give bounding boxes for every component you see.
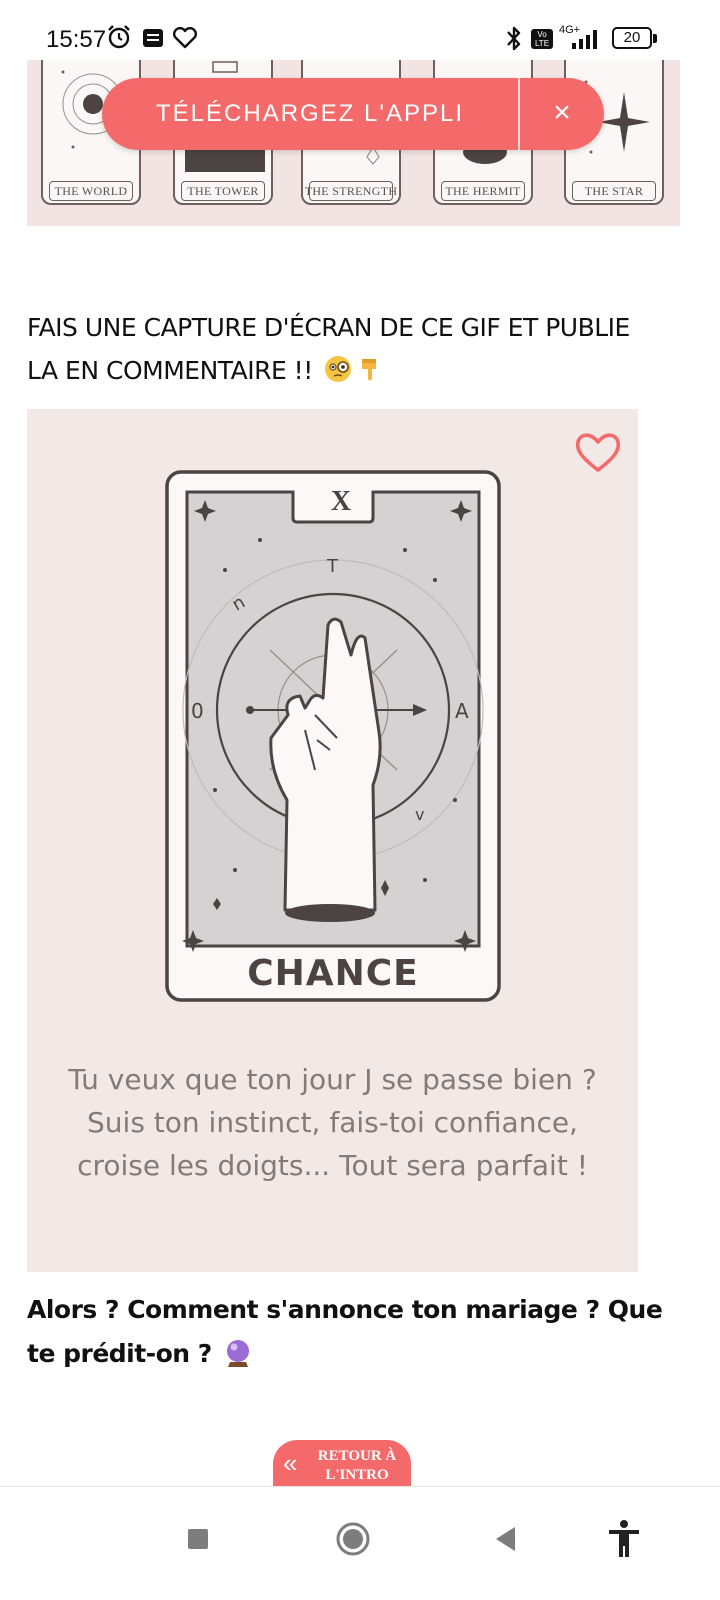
back-triangle-icon xyxy=(496,1527,515,1551)
volte-label: Vo LTE xyxy=(534,30,550,48)
signal-icon xyxy=(572,30,597,49)
home-circle-icon xyxy=(336,1522,370,1556)
status-time: 15:57 xyxy=(46,26,107,53)
tarot-card-label: THE STAR xyxy=(584,184,644,198)
post-question-text: Alors ? Comment s'annonce ton mariage ? … xyxy=(27,1295,663,1368)
home-button[interactable] xyxy=(325,1511,381,1567)
tarot-card-label: THE WORLD xyxy=(54,184,128,198)
app-download-banner: TÉLÉCHARGEZ L'APPLI × xyxy=(102,78,604,150)
battery-tip xyxy=(653,34,657,43)
bluetooth-icon xyxy=(507,26,521,51)
battery-level: 20 xyxy=(623,29,641,46)
double-chevron-left-icon: « xyxy=(283,1448,298,1478)
recents-square-icon xyxy=(188,1529,208,1549)
tarot-card-label: THE TOWER xyxy=(187,184,259,198)
crystal-ball-emoji xyxy=(226,1340,249,1367)
heart-status-icon xyxy=(172,27,198,49)
accessibility-icon xyxy=(609,1520,639,1557)
tarot-card-label: THE STRENGTH xyxy=(304,184,398,198)
accessibility-button[interactable] xyxy=(596,1511,652,1567)
svg-text:v: v xyxy=(415,805,424,824)
status-bar: 15:57 Vo LTE 4G+ 20 xyxy=(0,0,720,60)
back-to-intro-label: RETOUR À L'INTRO xyxy=(317,1448,397,1483)
svg-text:0: 0 xyxy=(191,699,204,723)
alarm-icon xyxy=(108,25,130,49)
tarot-card-label: THE HERMIT xyxy=(445,184,521,198)
battery-icon: 20 xyxy=(612,27,652,49)
back-button[interactable] xyxy=(478,1511,534,1567)
recents-button[interactable] xyxy=(170,1511,226,1567)
heart-outline-icon[interactable] xyxy=(572,430,624,476)
svg-text:A: A xyxy=(455,699,469,723)
post-question: Alors ? Comment s'annonce ton mariage ? … xyxy=(27,1288,677,1376)
chance-tarot-card: T n 0 A v xyxy=(165,470,501,1002)
pointing-down-emoji xyxy=(362,359,377,381)
face-with-monocle-emoji xyxy=(325,356,352,382)
card-description: Tu veux que ton jour J se passe bien ? S… xyxy=(68,1063,597,1182)
close-banner-button[interactable]: × xyxy=(520,78,604,150)
download-app-button[interactable]: TÉLÉCHARGEZ L'APPLI xyxy=(102,78,518,150)
volte-icon: Vo LTE xyxy=(531,29,553,49)
svg-text:T: T xyxy=(326,556,339,577)
post-heading: FAIS UNE CAPTURE D'ÉCRAN DE CE GIF ET PU… xyxy=(27,306,667,392)
card-title: CHANCE xyxy=(247,953,419,994)
news-icon xyxy=(143,29,163,47)
back-to-intro-button[interactable]: « RETOUR À L'INTRO xyxy=(273,1440,411,1486)
system-nav-bar xyxy=(0,1486,720,1600)
card-numeral: X xyxy=(330,486,352,517)
close-icon: × xyxy=(553,96,571,129)
